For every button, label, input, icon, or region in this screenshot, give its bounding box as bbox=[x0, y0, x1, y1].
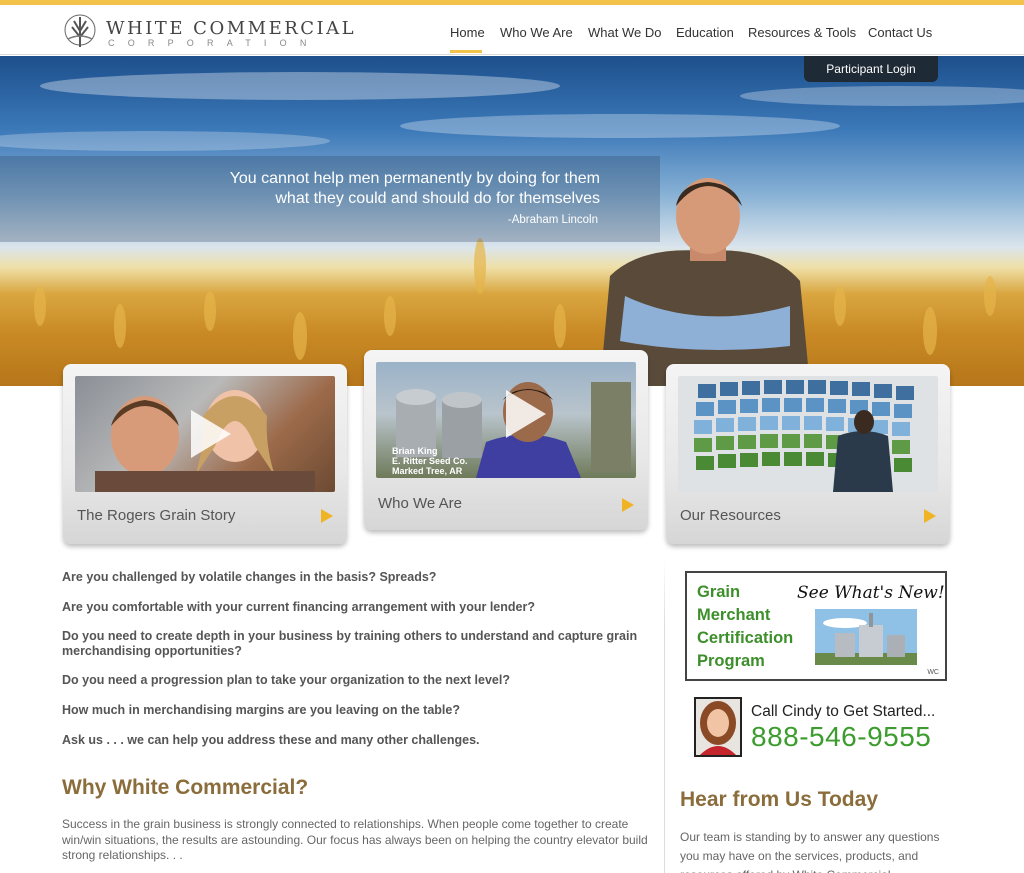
arrow-right-icon bbox=[321, 509, 333, 523]
cindy-avatar bbox=[694, 697, 742, 757]
hear-from-us-heading: Hear from Us Today bbox=[680, 788, 878, 811]
banner-logo-mark: WC bbox=[927, 669, 939, 676]
card-label: Who We Are bbox=[378, 495, 462, 512]
nav-resources-tools[interactable]: Resources & Tools bbox=[748, 25, 856, 40]
phone-number[interactable]: 888-546-9555 bbox=[751, 721, 931, 753]
why-heading: Why White Commercial? bbox=[62, 776, 309, 799]
see-whats-new-text: See What's New! bbox=[797, 583, 945, 603]
caption-name: Brian King bbox=[392, 446, 438, 456]
question-item: Are you comfortable with your current fi… bbox=[62, 600, 535, 614]
card-who-we-are[interactable]: Brian King E. Ritter Seed Co. Marked Tre… bbox=[364, 350, 648, 530]
site-logo[interactable]: White Commercial Corporation bbox=[62, 9, 354, 55]
call-cindy-callout[interactable]: Call Cindy to Get Started... 888-546-955… bbox=[694, 695, 950, 765]
call-cindy-text: Call Cindy to Get Started... bbox=[751, 703, 936, 720]
site-header: White Commercial Corporation Home Who We… bbox=[0, 5, 1024, 55]
video-caption: Brian King E. Ritter Seed Co. Marked Tre… bbox=[392, 446, 468, 476]
play-icon bbox=[506, 390, 546, 438]
arrow-right-icon bbox=[622, 498, 634, 512]
video-thumbnail bbox=[75, 376, 335, 492]
question-item: Ask us . . . we can help you address the… bbox=[62, 733, 480, 747]
nav-contact-us[interactable]: Contact Us bbox=[868, 25, 932, 40]
video-thumbnail: Brian King E. Ritter Seed Co. Marked Tre… bbox=[376, 362, 636, 478]
wheat-logo-icon bbox=[64, 14, 96, 47]
banner-line: Program bbox=[697, 652, 765, 670]
hero-banner: Participant Login You cannot help men pe… bbox=[0, 56, 1024, 386]
card-our-resources[interactable]: Our Resources bbox=[666, 364, 950, 544]
caption-company: E. Ritter Seed Co. bbox=[392, 456, 468, 466]
grain-bins-image bbox=[815, 609, 917, 665]
question-item: Do you need a progression plan to take y… bbox=[62, 673, 510, 687]
nav-active-indicator bbox=[450, 50, 482, 53]
sidebar-divider bbox=[664, 560, 665, 873]
banner-line: Grain bbox=[697, 583, 741, 601]
card-label: Our Resources bbox=[680, 507, 781, 524]
nav-who-we-are[interactable]: Who We Are bbox=[500, 25, 573, 40]
why-body-text: Success in the grain business is strongl… bbox=[62, 817, 648, 862]
grain-bins-photo bbox=[815, 609, 917, 665]
card-rogers-grain-story[interactable]: The Rogers Grain Story bbox=[63, 364, 347, 544]
arrow-right-icon bbox=[924, 509, 936, 523]
resources-thumbnail bbox=[678, 376, 938, 492]
question-item: How much in merchandising margins are yo… bbox=[62, 703, 460, 717]
quote-line-2: what they could and should do for themse… bbox=[275, 190, 600, 207]
logo-subtitle: Corporation bbox=[108, 38, 320, 48]
cindy-portrait bbox=[696, 699, 740, 755]
quote-attribution: -Abraham Lincoln bbox=[507, 214, 598, 226]
participant-login-button[interactable]: Participant Login bbox=[804, 56, 938, 82]
card-label: The Rogers Grain Story bbox=[77, 507, 236, 524]
play-icon bbox=[191, 410, 231, 458]
screen-wall-photo bbox=[694, 380, 914, 492]
banner-line: Merchant bbox=[697, 606, 771, 624]
nav-what-we-do[interactable]: What We Do bbox=[588, 25, 661, 40]
hear-from-us-text: Our team is standing by to answer any qu… bbox=[680, 830, 940, 873]
banner-line: Certification bbox=[697, 629, 794, 647]
quote-line-1: You cannot help men permanently by doing… bbox=[229, 170, 600, 187]
certification-program-banner[interactable]: Grain Merchant Certification Program See… bbox=[685, 571, 947, 681]
question-item: Are you challenged by volatile changes i… bbox=[62, 570, 437, 584]
logo-name: White Commercial bbox=[106, 18, 357, 39]
nav-home[interactable]: Home bbox=[450, 25, 485, 40]
nav-education[interactable]: Education bbox=[676, 25, 734, 40]
caption-place: Marked Tree, AR bbox=[392, 466, 463, 476]
question-item: Do you need to create depth in your busi… bbox=[62, 629, 638, 658]
